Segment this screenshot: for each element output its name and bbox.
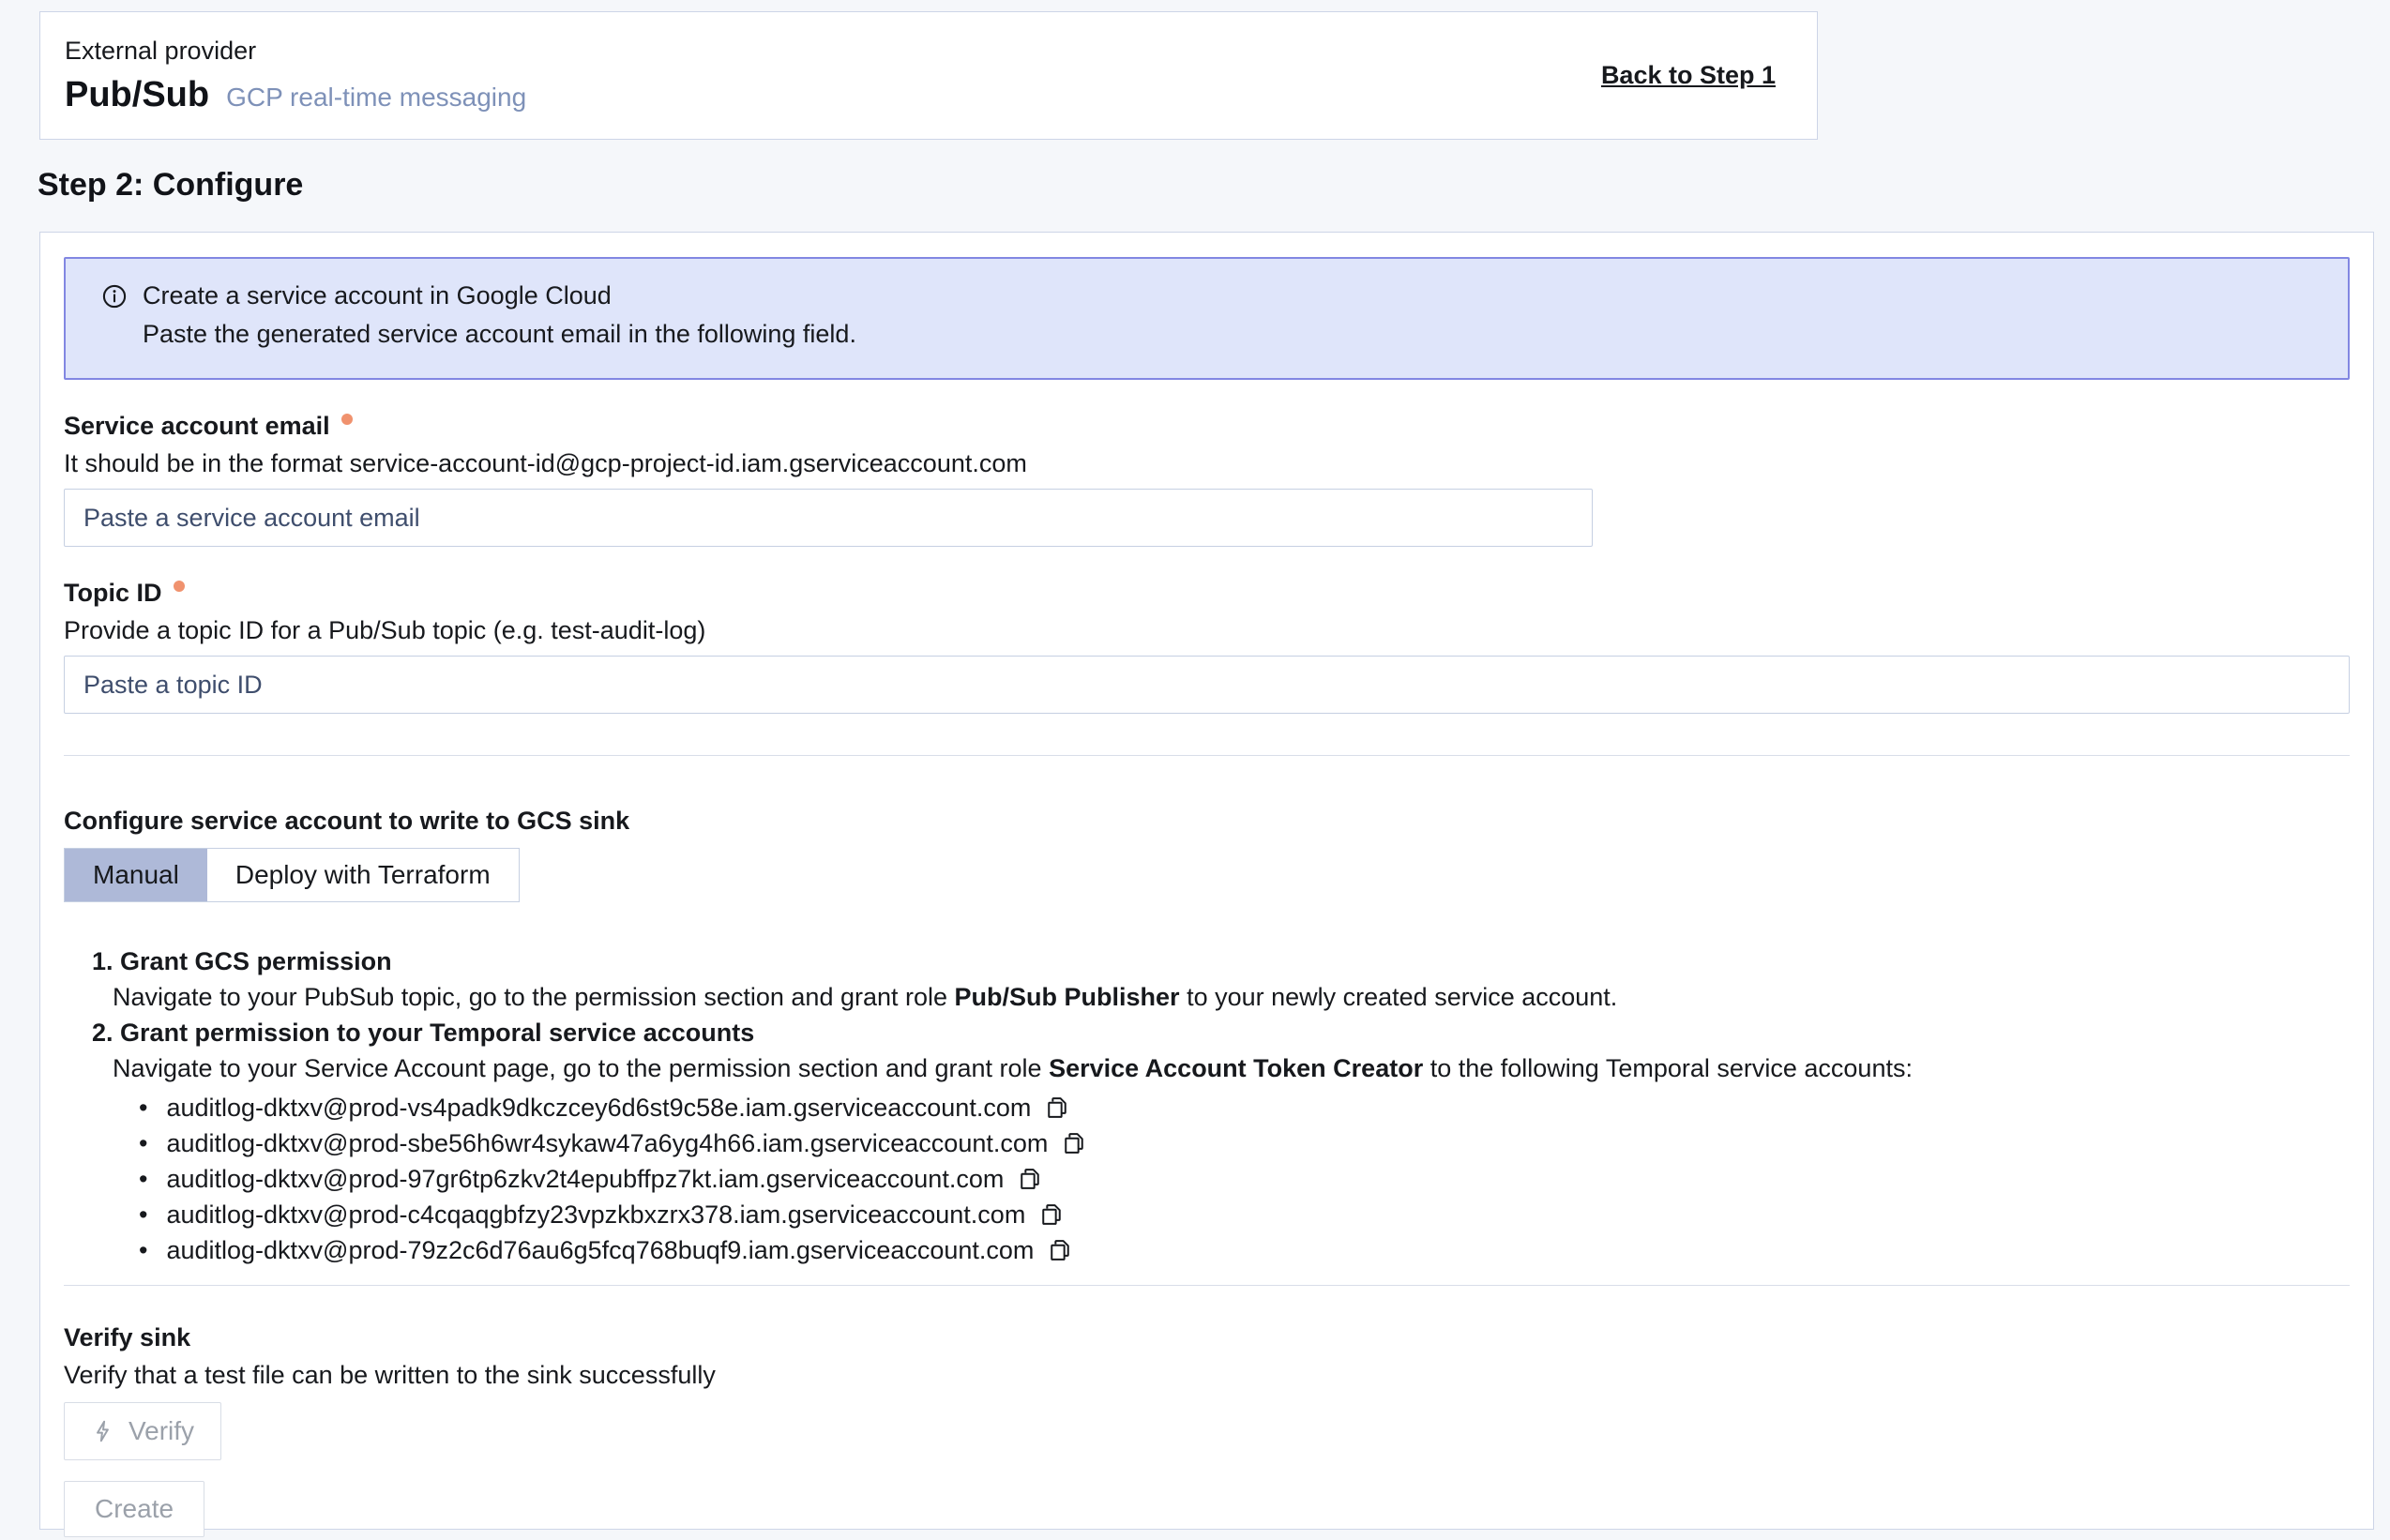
list-item: auditlog-dktxv@prod-vs4padk9dkczcey6d6st…	[139, 1090, 2350, 1125]
section-divider	[64, 755, 2350, 756]
copy-icon[interactable]	[1038, 1200, 1066, 1229]
service-account-email: auditlog-dktxv@prod-79z2c6d76au6g5fcq768…	[166, 1232, 1034, 1268]
step-title: Grant permission to your Temporal servic…	[120, 1019, 754, 1047]
service-account-email: auditlog-dktxv@prod-vs4padk9dkczcey6d6st…	[166, 1090, 1031, 1125]
provider-description: GCP real-time messaging	[226, 83, 526, 113]
service-account-email: auditlog-dktxv@prod-c4cqaqgbfzy23vpzkbxz…	[166, 1197, 1025, 1232]
copy-icon[interactable]	[1017, 1165, 1045, 1193]
topic-id-helper: Provide a topic ID for a Pub/Sub topic (…	[64, 616, 2350, 644]
list-item: auditlog-dktxv@prod-c4cqaqgbfzy23vpzkbxz…	[139, 1197, 2350, 1232]
service-account-list: auditlog-dktxv@prod-vs4padk9dkczcey6d6st…	[92, 1090, 2350, 1268]
configure-card: Create a service account in Google Cloud…	[39, 232, 2374, 1530]
banner-title: Create a service account in Google Cloud	[143, 281, 612, 310]
provider-name: Pub/Sub	[65, 75, 209, 115]
verify-button[interactable]: Verify	[64, 1402, 221, 1460]
list-item: auditlog-dktxv@prod-97gr6tp6zkv2t4epubff…	[139, 1161, 2350, 1197]
back-to-step-1-link[interactable]: Back to Step 1	[1601, 61, 1776, 90]
tab-manual[interactable]: Manual	[65, 849, 207, 901]
lightning-icon	[91, 1419, 115, 1443]
service-account-email-input[interactable]	[64, 489, 1593, 547]
service-account-email-label: Service account email	[64, 412, 330, 440]
step-body: Navigate to your PubSub topic, go to the…	[92, 979, 2350, 1015]
role-name: Pub/Sub Publisher	[955, 983, 1180, 1011]
copy-icon[interactable]	[1047, 1236, 1075, 1264]
copy-icon[interactable]	[1044, 1094, 1072, 1122]
section-divider	[64, 1285, 2350, 1286]
create-button-label: Create	[95, 1494, 174, 1524]
role-name: Service Account Token Creator	[1049, 1054, 1423, 1082]
configure-section-title: Configure service account to write to GC…	[64, 807, 2350, 835]
info-banner: Create a service account in Google Cloud…	[64, 257, 2350, 380]
required-indicator	[341, 414, 353, 425]
create-button[interactable]: Create	[64, 1481, 204, 1537]
instruction-step-2: 2. Grant permission to your Temporal ser…	[92, 1015, 2350, 1268]
provider-card: External provider Pub/Sub GCP real-time …	[39, 11, 1818, 140]
provider-label: External provider	[65, 37, 526, 66]
step-title: Grant GCS permission	[120, 947, 392, 975]
verify-sink-description: Verify that a test file can be written t…	[64, 1361, 2350, 1389]
topic-id-input[interactable]	[64, 656, 2350, 714]
instruction-steps: 1. Grant GCS permission Navigate to your…	[64, 944, 2350, 1268]
info-circle-icon	[101, 283, 128, 310]
verify-button-label: Verify	[129, 1416, 194, 1446]
service-account-email: auditlog-dktxv@prod-sbe56h6wr4sykaw47a6y…	[166, 1125, 1048, 1161]
step-body-text: Navigate to your PubSub topic, go to the…	[113, 983, 955, 1011]
step-body-text: Navigate to your Service Account page, g…	[113, 1054, 1049, 1082]
required-indicator	[174, 581, 185, 592]
instruction-step-1: 1. Grant GCS permission Navigate to your…	[92, 944, 2350, 1015]
step-body-text: to your newly created service account.	[1180, 983, 1618, 1011]
service-account-email-helper: It should be in the format service-accou…	[64, 449, 2350, 477]
step-number: 1.	[92, 947, 113, 975]
configure-tabs: Manual Deploy with Terraform	[64, 848, 520, 902]
service-account-email: auditlog-dktxv@prod-97gr6tp6zkv2t4epubff…	[166, 1161, 1004, 1197]
provider-info: External provider Pub/Sub GCP real-time …	[65, 37, 526, 115]
verify-sink-title: Verify sink	[64, 1323, 2350, 1351]
tab-deploy-with-terraform[interactable]: Deploy with Terraform	[207, 849, 519, 901]
step-body: Navigate to your Service Account page, g…	[92, 1050, 2350, 1086]
page: External provider Pub/Sub GCP real-time …	[0, 0, 2390, 1540]
step-number: 2.	[92, 1019, 113, 1047]
list-item: auditlog-dktxv@prod-79z2c6d76au6g5fcq768…	[139, 1232, 2350, 1268]
page-title: Step 2: Configure	[38, 167, 303, 204]
banner-body: Paste the generated service account emai…	[143, 318, 2322, 350]
step-body-text: to the following Temporal service accoun…	[1423, 1054, 1913, 1082]
topic-id-label: Topic ID	[64, 579, 162, 607]
copy-icon[interactable]	[1061, 1129, 1089, 1157]
list-item: auditlog-dktxv@prod-sbe56h6wr4sykaw47a6y…	[139, 1125, 2350, 1161]
